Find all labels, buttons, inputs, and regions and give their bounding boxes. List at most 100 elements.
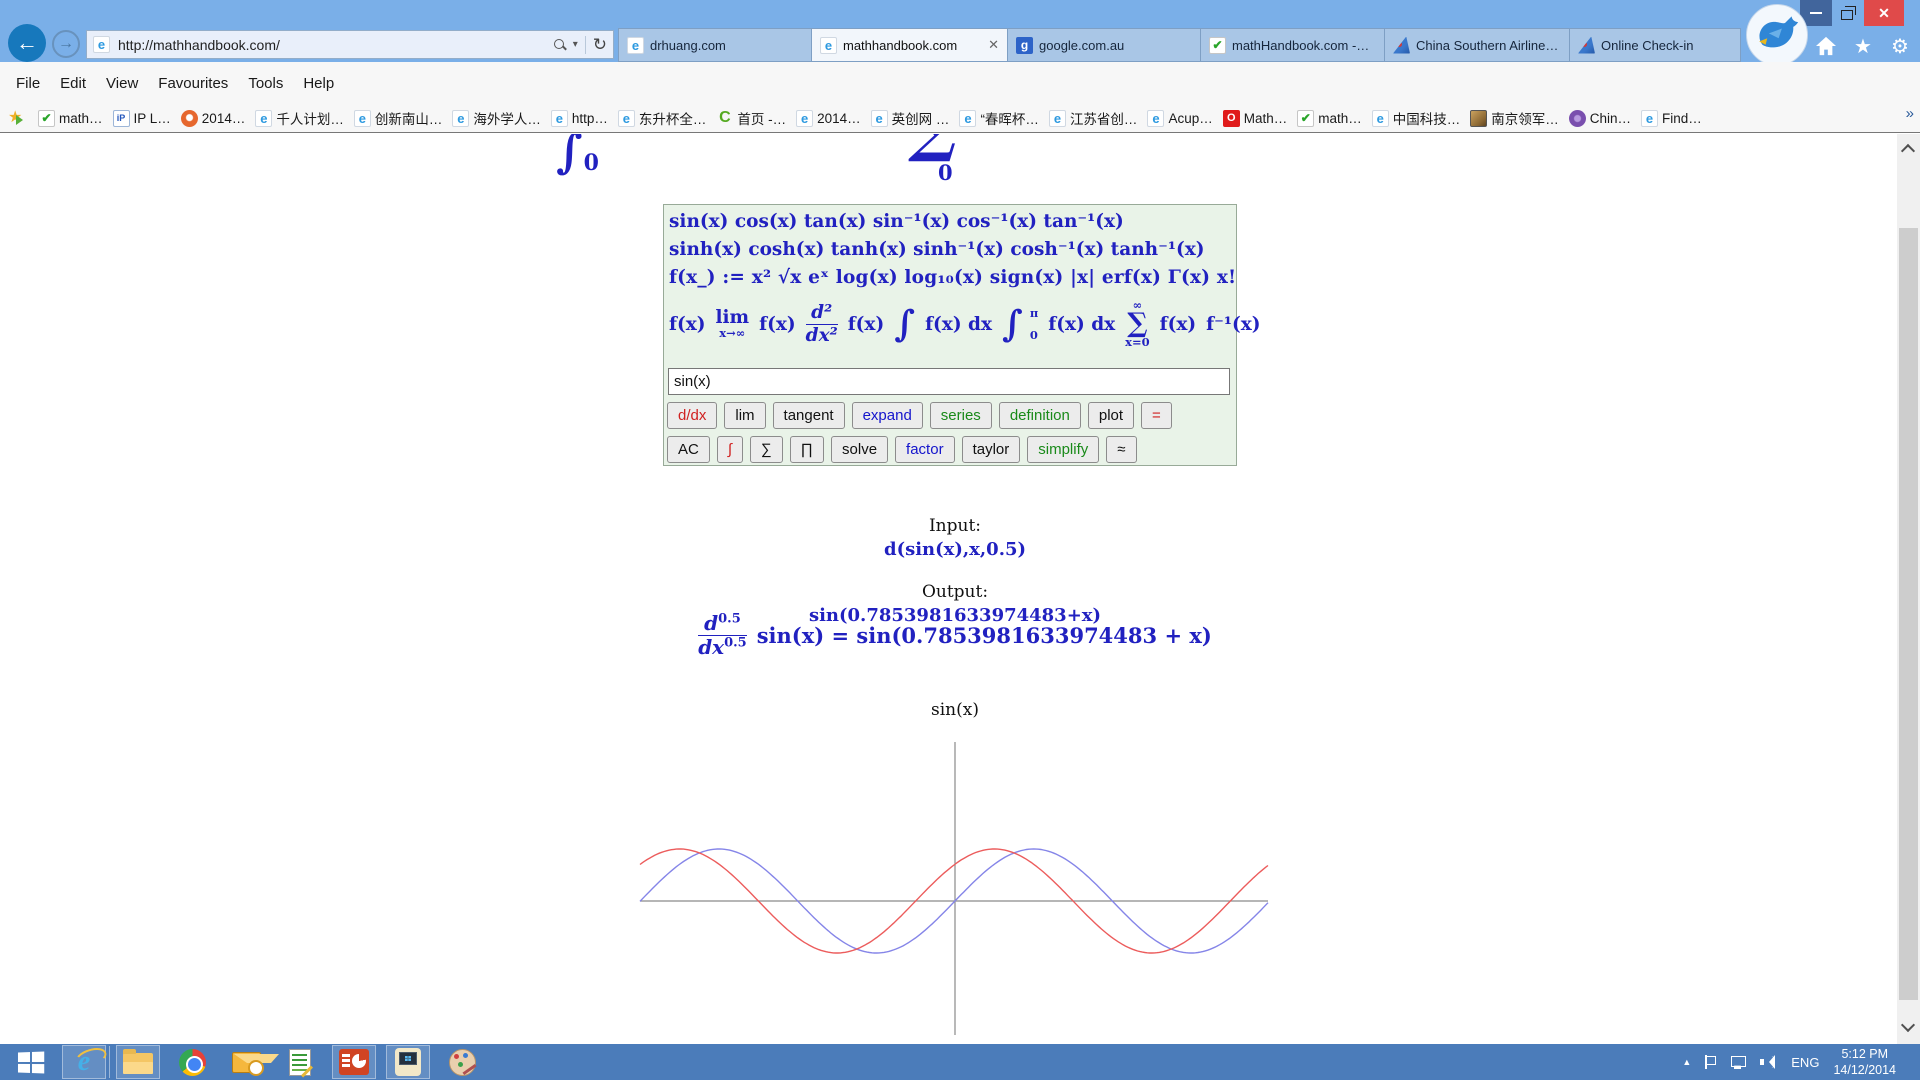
menu-item[interactable]: View bbox=[96, 71, 148, 96]
favorite-item[interactable]: C 首页 -… bbox=[716, 108, 786, 128]
menu-item[interactable]: Favourites bbox=[148, 71, 238, 96]
show-hidden-icons-triangle-icon[interactable]: ▲ bbox=[1682, 1057, 1691, 1067]
calculator-button[interactable]: taylor bbox=[962, 436, 1021, 463]
calculator-button[interactable]: tangent bbox=[773, 402, 845, 429]
favorite-item[interactable]: ✔ math… bbox=[1297, 110, 1362, 127]
powerpoint-icon bbox=[339, 1049, 369, 1075]
expression-input[interactable] bbox=[668, 368, 1230, 395]
favorites-overflow-chevron-icon[interactable] bbox=[1906, 105, 1914, 122]
paint-icon bbox=[449, 1049, 476, 1076]
favorite-favicon: ✔ bbox=[38, 110, 55, 127]
favorite-item[interactable]: 南京领军… bbox=[1470, 108, 1559, 128]
favorite-item[interactable]: e 江苏省创… bbox=[1049, 108, 1138, 128]
add-favorite-icon[interactable] bbox=[8, 109, 28, 127]
calculator-button[interactable]: definition bbox=[999, 402, 1081, 429]
favorite-item[interactable]: e 中国科技… bbox=[1372, 108, 1461, 128]
favorite-item[interactable]: e 2014… bbox=[796, 110, 861, 127]
calculator-button[interactable]: ≈ bbox=[1106, 436, 1136, 463]
close-button[interactable]: ✕ bbox=[1864, 0, 1904, 26]
taskbar-chrome[interactable] bbox=[170, 1045, 214, 1079]
vertical-scrollbar[interactable] bbox=[1897, 134, 1920, 1044]
menu-item[interactable]: Edit bbox=[50, 71, 96, 96]
calculator-button[interactable]: solve bbox=[831, 436, 888, 463]
calculator-button[interactable]: simplify bbox=[1027, 436, 1099, 463]
favorite-item[interactable]: e Acup… bbox=[1147, 110, 1212, 127]
browser-tab[interactable]: Online Check-in bbox=[1569, 28, 1741, 62]
network-icon[interactable] bbox=[1730, 1055, 1746, 1069]
favorite-item[interactable]: Chin… bbox=[1569, 110, 1631, 127]
favorites-star-icon[interactable]: ★ bbox=[1851, 34, 1875, 58]
favorite-item[interactable]: e 英创网 … bbox=[871, 108, 950, 128]
scroll-up-arrow-icon[interactable] bbox=[1901, 142, 1915, 156]
favorite-favicon: e bbox=[452, 110, 469, 127]
browser-tab[interactable]: China Southern Airline… bbox=[1384, 28, 1569, 62]
favorite-favicon bbox=[1569, 110, 1586, 127]
favorite-item[interactable]: 2014… bbox=[181, 110, 246, 127]
favorite-favicon: C bbox=[716, 110, 733, 127]
favorite-favicon: e bbox=[1372, 110, 1389, 127]
taskbar-powerpoint[interactable] bbox=[332, 1045, 376, 1079]
scrollbar-thumb[interactable] bbox=[1899, 228, 1918, 1000]
display-app-icon bbox=[395, 1048, 421, 1076]
refresh-icon[interactable]: ↻ bbox=[593, 36, 607, 53]
search-icon[interactable] bbox=[553, 38, 566, 51]
address-bar[interactable]: e http://mathhandbook.com/ ▾ ↻ bbox=[86, 30, 614, 59]
taskbar-internet-explorer[interactable]: e bbox=[62, 1045, 106, 1079]
menu-item[interactable]: Tools bbox=[238, 71, 293, 96]
calculator-button[interactable]: d/dx bbox=[667, 402, 717, 429]
volume-icon[interactable] bbox=[1760, 1054, 1777, 1070]
favorite-item[interactable]: e Find… bbox=[1641, 110, 1702, 127]
calculator-button[interactable]: ∏ bbox=[790, 436, 824, 463]
browser-tab[interactable]: g google.com.au bbox=[1007, 28, 1200, 62]
favorite-item[interactable]: e 千人计划… bbox=[255, 108, 344, 128]
favorite-favicon: e bbox=[871, 110, 888, 127]
favorite-favicon: e bbox=[959, 110, 976, 127]
calculator-button[interactable]: = bbox=[1141, 402, 1172, 429]
browser-tab[interactable]: e mathhandbook.com bbox=[811, 28, 1007, 62]
action-center-flag-icon[interactable] bbox=[1705, 1055, 1716, 1069]
menu-item[interactable]: Help bbox=[293, 71, 344, 96]
tab-close-icon[interactable] bbox=[988, 37, 999, 53]
calculator-button[interactable]: plot bbox=[1088, 402, 1134, 429]
browser-tab[interactable]: e drhuang.com bbox=[618, 28, 811, 62]
favorite-item[interactable]: e 海外学人… bbox=[452, 108, 541, 128]
favorite-item[interactable]: O Math… bbox=[1223, 110, 1288, 127]
calculator-button[interactable]: ∑ bbox=[750, 436, 783, 463]
browser-tab[interactable]: ✔ mathHandbook.com -… bbox=[1200, 28, 1384, 62]
favorite-item[interactable]: e 创新南山… bbox=[354, 108, 443, 128]
calculator-button[interactable]: lim bbox=[724, 402, 765, 429]
tray-time: 5:12 PM bbox=[1841, 1047, 1888, 1061]
back-button[interactable]: ← bbox=[8, 24, 46, 62]
start-button[interactable] bbox=[8, 1045, 52, 1079]
calculator-button[interactable]: ∫ bbox=[717, 436, 743, 463]
favorite-item[interactable]: ✔ math… bbox=[38, 110, 103, 127]
browser-chrome: ← → e http://mathhandbook.com/ ▾ ↻ e drh… bbox=[0, 0, 1920, 62]
tab-favicon: e bbox=[820, 37, 837, 54]
home-icon[interactable] bbox=[1814, 34, 1838, 58]
calculator-button[interactable]: series bbox=[930, 402, 992, 429]
url-text[interactable]: http://mathhandbook.com/ bbox=[118, 37, 553, 53]
calculator-button[interactable]: factor bbox=[895, 436, 955, 463]
favorite-item[interactable]: e 东升杯全… bbox=[618, 108, 707, 128]
calculator-button[interactable]: expand bbox=[852, 402, 923, 429]
clock[interactable]: 5:12 PM 14/12/2014 bbox=[1833, 1046, 1896, 1078]
taskbar-text-editor[interactable] bbox=[278, 1045, 322, 1079]
integral-glyph: ∫ bbox=[556, 134, 583, 174]
forward-arrow-icon: → bbox=[58, 35, 74, 53]
language-indicator[interactable]: ENG bbox=[1791, 1055, 1819, 1070]
settings-gear-icon[interactable]: ⚙ bbox=[1888, 34, 1912, 58]
forward-button[interactable]: → bbox=[52, 30, 80, 58]
restore-button[interactable] bbox=[1832, 0, 1864, 26]
calculator-button[interactable]: AC bbox=[667, 436, 710, 463]
favorite-item[interactable]: iP IP L… bbox=[113, 110, 171, 127]
result-block: Input: d(sin(x),x,0.5) Output: sin(0.785… bbox=[600, 494, 1310, 626]
taskbar-file-explorer[interactable] bbox=[116, 1045, 160, 1079]
favorite-item[interactable]: e “春晖杯… bbox=[959, 108, 1039, 128]
menu-item[interactable]: File bbox=[6, 71, 50, 96]
search-dropdown-caret-icon[interactable]: ▾ bbox=[573, 39, 578, 50]
taskbar-paint[interactable] bbox=[440, 1045, 484, 1079]
taskbar-display-app[interactable] bbox=[386, 1045, 430, 1079]
taskbar-outlook[interactable] bbox=[224, 1045, 268, 1079]
favorite-item[interactable]: e http… bbox=[551, 110, 608, 127]
scroll-down-arrow-icon[interactable] bbox=[1901, 1020, 1915, 1034]
